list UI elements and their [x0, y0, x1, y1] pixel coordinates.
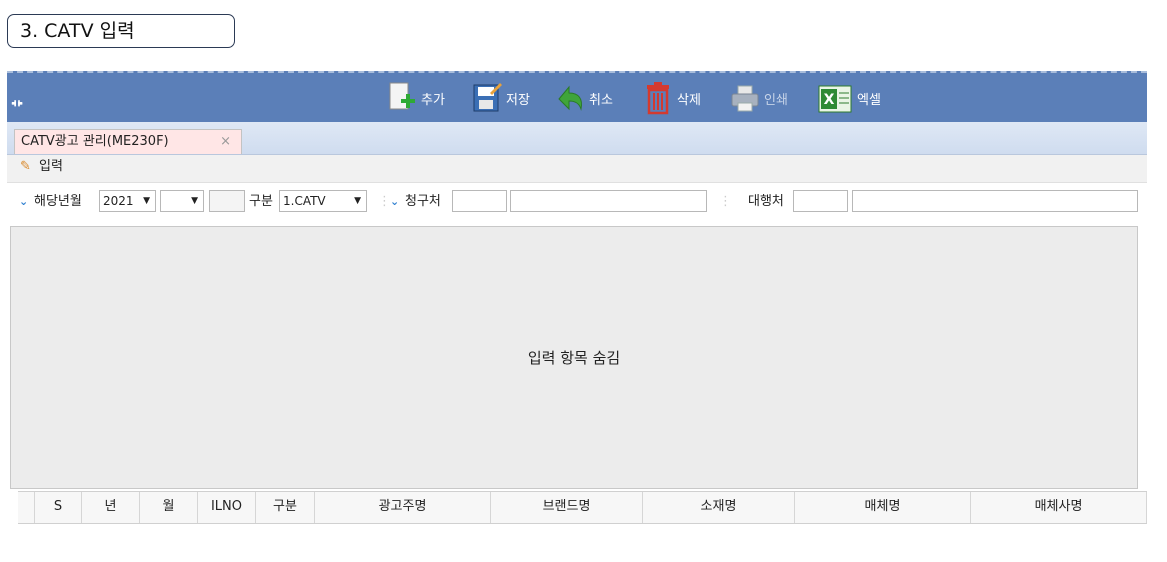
type-label: 구분	[249, 194, 273, 209]
collapse-icon[interactable]: ⌟⌞ ⌝⌜	[11, 93, 31, 115]
bill-to-code-input[interactable]	[452, 190, 507, 212]
divider: ⋮	[719, 194, 732, 209]
input-label[interactable]: 입력	[39, 155, 63, 179]
data-grid: S 년 월 ILNO 구분 광고주명 브랜드명 소재명 매체명 매체사명	[18, 491, 1147, 562]
period-label: 해당년월	[34, 194, 82, 209]
add-button[interactable]: 추가	[387, 79, 445, 117]
month-select[interactable]: ▼	[160, 190, 204, 212]
dropdown-arrow-icon: ▼	[354, 196, 361, 206]
grid-header-cell[interactable]: 년	[82, 492, 140, 523]
tab-label: CATV광고 관리(ME230F)	[21, 134, 169, 149]
add-document-icon	[389, 82, 415, 110]
save-icon	[473, 83, 502, 112]
svg-text:X: X	[824, 92, 835, 108]
grid-header-cell[interactable]: 월	[140, 492, 198, 523]
blank-field[interactable]	[209, 190, 245, 212]
save-button[interactable]: 저장	[472, 79, 530, 117]
dropdown-arrow-icon: ▼	[191, 196, 198, 206]
delete-button[interactable]: 삭제	[643, 79, 701, 117]
print-button-label: 인쇄	[764, 92, 788, 108]
toolbar: ⌟⌞ ⌝⌜ 추가 저장 취소 삭제 인쇄 X 엑셀	[7, 71, 1147, 122]
year-select[interactable]: 2021 ▼	[99, 190, 156, 212]
hidden-panel-text: 입력 항목 숨김	[527, 349, 621, 367]
trash-icon	[647, 82, 669, 115]
dropdown-arrow-icon: ▼	[143, 196, 150, 206]
bill-to-name-input[interactable]	[510, 190, 707, 212]
chevron-down-icon[interactable]: ⌄	[390, 190, 399, 214]
tab-bar: CATV광고 관리(ME230F) ×	[7, 122, 1147, 155]
type-value: 1.CATV	[283, 194, 326, 208]
excel-icon: X	[818, 85, 852, 113]
year-value: 2021	[103, 194, 134, 208]
delete-button-label: 삭제	[677, 92, 701, 108]
agency-code-input[interactable]	[793, 190, 848, 212]
undo-arrow-icon	[558, 85, 582, 111]
close-icon[interactable]: ×	[220, 130, 231, 154]
bill-to-label: 청구처	[405, 194, 441, 209]
tab-catv-ad-management[interactable]: CATV광고 관리(ME230F) ×	[14, 129, 242, 154]
grid-header: S 년 월 ILNO 구분 광고주명 브랜드명 소재명 매체명 매체사명	[18, 491, 1147, 524]
add-button-label: 추가	[421, 92, 445, 108]
grid-header-cell[interactable]: 매체사명	[971, 492, 1147, 523]
cancel-button-label: 취소	[589, 92, 613, 108]
agency-label: 대행처	[748, 194, 784, 209]
grid-header-cell[interactable]: 소재명	[643, 492, 795, 523]
section-title: 3. CATV 입력	[7, 14, 235, 48]
printer-icon	[731, 85, 759, 112]
chevron-down-icon[interactable]: ⌄	[19, 190, 28, 214]
grid-header-cell[interactable]: 광고주명	[315, 492, 491, 523]
agency-name-input[interactable]	[852, 190, 1138, 212]
print-button[interactable]: 인쇄	[730, 79, 788, 117]
grid-header-cell[interactable]	[18, 492, 35, 523]
hidden-input-panel[interactable]: 입력 항목 숨김	[10, 226, 1138, 489]
type-select[interactable]: 1.CATV ▼	[279, 190, 367, 212]
cancel-button[interactable]: 취소	[555, 79, 613, 117]
excel-button-label: 엑셀	[857, 92, 881, 108]
grid-header-cell[interactable]: 구분	[256, 492, 315, 523]
grid-header-cell[interactable]: ILNO	[198, 492, 256, 523]
grid-header-cell[interactable]: S	[35, 492, 82, 523]
pencil-icon: ✎	[20, 159, 31, 174]
grid-header-cell[interactable]: 브랜드명	[491, 492, 643, 523]
excel-button[interactable]: X 엑셀	[817, 79, 881, 117]
filter-bar: ⌄ 해당년월 2021 ▼ ▼ 구분 1.CATV ▼ ⋮ ⌄ 청구처 ⋮ 대행처	[7, 190, 1147, 224]
grid-header-cell[interactable]: 매체명	[795, 492, 971, 523]
save-button-label: 저장	[506, 92, 530, 108]
input-toolbar: ✎ 입력	[7, 155, 1147, 183]
